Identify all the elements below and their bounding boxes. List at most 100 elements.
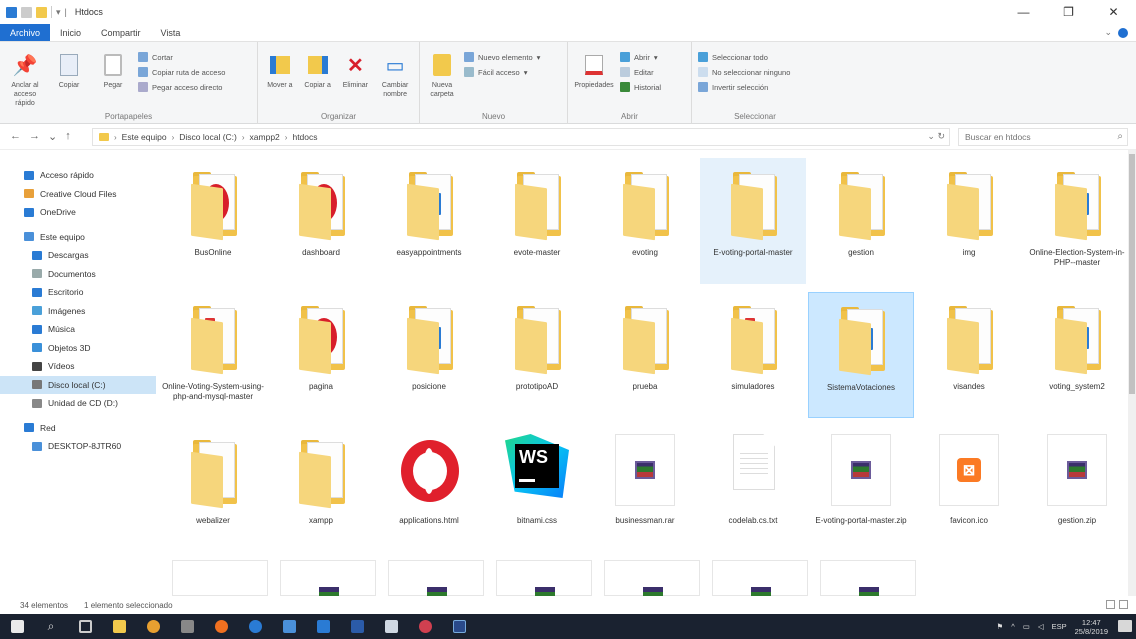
partial-file-item[interactable]	[604, 560, 700, 596]
large-icons-view-icon[interactable]	[1119, 600, 1128, 609]
cut-button[interactable]: Cortar	[138, 52, 225, 62]
file-item[interactable]: businessman.rar	[592, 426, 698, 552]
select-none-button[interactable]: No seleccionar ninguno	[698, 67, 790, 77]
select-all-button[interactable]: Seleccionar todo	[698, 52, 790, 62]
maximize-button[interactable]: ❐	[1046, 0, 1091, 24]
close-button[interactable]: ✕	[1091, 0, 1136, 24]
partial-file-item[interactable]	[172, 560, 268, 596]
tab-inicio[interactable]: Inicio	[50, 24, 91, 41]
folder-item[interactable]: simuladores	[700, 292, 806, 418]
sidebar-item[interactable]: Red	[24, 419, 156, 438]
search-input[interactable]	[965, 132, 1105, 142]
people-icon[interactable]: ⚑	[996, 622, 1003, 631]
vertical-scrollbar[interactable]	[1128, 150, 1136, 596]
file-item[interactable]: E-voting-portal-master.zip	[808, 426, 914, 552]
folder-item[interactable]: easyappointments	[376, 158, 482, 284]
sidebar-item[interactable]: Música	[24, 320, 156, 339]
open-button[interactable]: Abrir ▾	[620, 52, 661, 62]
folder-item[interactable]: evote-master	[484, 158, 590, 284]
breadcrumb-disco-local[interactable]: Disco local (C:)	[179, 132, 237, 142]
sidebar-item[interactable]: Documentos	[24, 265, 156, 284]
new-item-button[interactable]: Nuevo elemento ▾	[464, 52, 540, 62]
breadcrumb-este-equipo[interactable]: Este equipo	[122, 132, 167, 142]
folder-item[interactable]: voting_system2	[1024, 292, 1128, 418]
language-indicator[interactable]: ESP	[1052, 622, 1067, 631]
taskbar-app[interactable]	[170, 614, 204, 639]
sidebar-item[interactable]: Descargas	[24, 246, 156, 265]
file-item[interactable]: WS bitnami.css	[484, 426, 590, 552]
sidebar-item[interactable]: Escritorio	[24, 283, 156, 302]
file-item[interactable]: ⊠ favicon.ico	[916, 426, 1022, 552]
sidebar-item[interactable]: Vídeos	[24, 357, 156, 376]
easy-access-button[interactable]: Fácil acceso ▾	[464, 67, 540, 77]
folder-item[interactable]: posicione	[376, 292, 482, 418]
taskbar-store[interactable]	[272, 614, 306, 639]
folder-item[interactable]: visandes	[916, 292, 1022, 418]
path-box[interactable]: › Este equipo › Disco local (C:) › xampp…	[92, 128, 950, 146]
folder-item[interactable]: Online-Election-System-in-PHP--master	[1024, 158, 1128, 284]
folder-icon[interactable]	[6, 6, 17, 18]
folder-item[interactable]: pagina	[268, 292, 374, 418]
folder-item[interactable]: SistemaVotaciones	[808, 292, 914, 418]
breadcrumb-xampp2[interactable]: xampp2	[250, 132, 280, 142]
start-button[interactable]	[0, 614, 34, 639]
search-taskbar-button[interactable]: ⌕	[34, 614, 68, 639]
taskbar-screen[interactable]	[442, 614, 476, 639]
file-item[interactable]: gestion.zip	[1024, 426, 1128, 552]
taskbar-edge[interactable]	[238, 614, 272, 639]
tab-archivo[interactable]: Archivo	[0, 24, 51, 41]
folder-item[interactable]: prototipoAD	[484, 292, 590, 418]
partial-file-item[interactable]	[496, 560, 592, 596]
file-item[interactable]: codelab.cs.txt	[700, 426, 806, 552]
sidebar-item[interactable]: Este equipo	[24, 228, 156, 247]
taskbar-firefox[interactable]	[204, 614, 238, 639]
properties-icon[interactable]	[21, 6, 32, 18]
collapse-ribbon-icon[interactable]: ⌄	[1104, 27, 1112, 38]
folder-item[interactable]: img	[916, 158, 1022, 284]
folder-item[interactable]: xampp	[268, 426, 374, 552]
taskbar-vscode[interactable]	[306, 614, 340, 639]
tab-compartir[interactable]: Compartir	[91, 24, 151, 41]
sidebar-item[interactable]: Objetos 3D	[24, 339, 156, 358]
taskbar-paint[interactable]	[408, 614, 442, 639]
folder-item[interactable]: E-voting-portal-master	[700, 158, 806, 284]
folder-item[interactable]: prueba	[592, 292, 698, 418]
partial-file-item[interactable]	[280, 560, 376, 596]
breadcrumb-htdocs[interactable]: htdocs	[292, 132, 317, 142]
folder-item[interactable]: BusOnline	[160, 158, 266, 284]
sidebar-item[interactable]: DESKTOP-8JTR60	[24, 437, 156, 456]
invert-selection-button[interactable]: Invertir selección	[698, 82, 790, 92]
new-folder-icon[interactable]	[36, 6, 47, 18]
chevron-down-icon[interactable]: ▾	[56, 7, 61, 18]
sidebar-item[interactable]: Acceso rápido	[24, 166, 156, 185]
partial-file-item[interactable]	[820, 560, 916, 596]
partial-file-item[interactable]	[388, 560, 484, 596]
scroll-thumb[interactable]	[1129, 154, 1135, 394]
task-view-button[interactable]	[68, 614, 102, 639]
sidebar-item[interactable]: Creative Cloud Files	[24, 185, 156, 204]
folder-item[interactable]: dashboard	[268, 158, 374, 284]
recent-chevron-icon[interactable]: ⌄	[48, 130, 57, 143]
forward-arrow-icon[interactable]: →	[29, 130, 40, 143]
paste-shortcut-button[interactable]: Pegar acceso directo	[138, 82, 225, 92]
up-arrow-icon[interactable]: ↑	[65, 130, 71, 143]
file-item[interactable]: applications.html	[376, 426, 482, 552]
details-view-icon[interactable]	[1106, 600, 1115, 609]
minimize-button[interactable]: —	[1001, 0, 1046, 24]
volume-icon[interactable]: ◁	[1038, 622, 1044, 631]
clock[interactable]: 12:47 25/8/2019	[1075, 618, 1108, 636]
network-icon[interactable]: ▭	[1023, 622, 1030, 631]
taskbar-word[interactable]	[340, 614, 374, 639]
taskbar-chrome[interactable]	[136, 614, 170, 639]
history-button[interactable]: Historial	[620, 82, 661, 92]
refresh-icon[interactable]: ⌄ ↻	[927, 131, 945, 142]
copy-path-button[interactable]: Copiar ruta de acceso	[138, 67, 225, 77]
sidebar-item[interactable]: OneDrive	[24, 203, 156, 222]
edit-button[interactable]: Editar	[620, 67, 661, 77]
sidebar-item[interactable]: Imágenes	[24, 302, 156, 321]
help-icon[interactable]	[1118, 27, 1128, 38]
folder-item[interactable]: evoting	[592, 158, 698, 284]
taskbar-notepad[interactable]	[374, 614, 408, 639]
taskbar-file-explorer[interactable]	[102, 614, 136, 639]
partial-file-item[interactable]	[712, 560, 808, 596]
